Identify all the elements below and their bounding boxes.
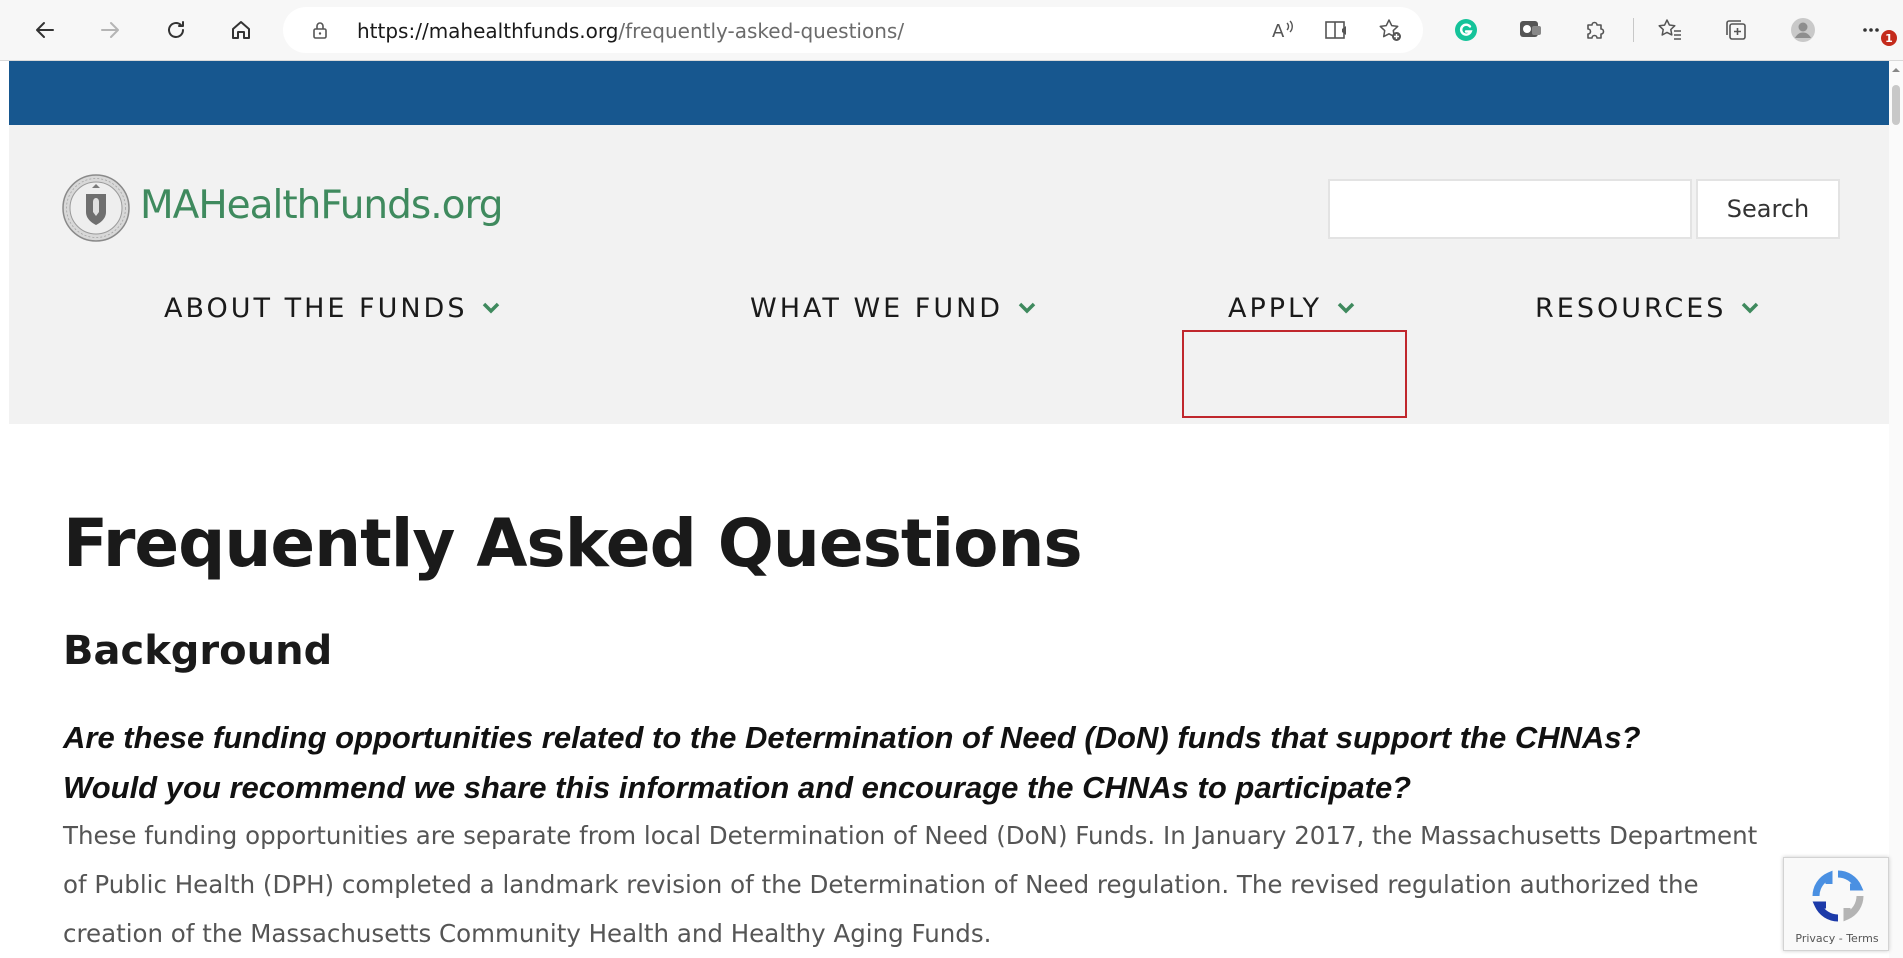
massachusetts-seal-icon[interactable]: [62, 174, 130, 242]
add-favorite-button[interactable]: [1372, 12, 1408, 48]
search-input[interactable]: [1328, 179, 1692, 239]
home-icon: [232, 21, 250, 39]
recaptcha-badge[interactable]: Privacy - Terms: [1783, 857, 1889, 951]
refresh-icon: [168, 21, 184, 38]
extension-app-icon: [1520, 21, 1541, 37]
nav-apply-label: APPLY: [1228, 292, 1322, 324]
collections-icon: [1726, 20, 1746, 40]
forward-arrow-icon: [101, 22, 119, 38]
page-scrollbar[interactable]: [1889, 61, 1903, 958]
site-logo-text[interactable]: MAHealthFunds.org: [140, 183, 504, 228]
nav-apply[interactable]: APPLY: [1228, 288, 1356, 328]
top-blue-strip: [9, 61, 1889, 125]
nav-what-we-fund-label: WHAT WE FUND: [750, 292, 1004, 324]
faq-question-line: Are these funding opportunities related …: [63, 720, 1641, 755]
site-header: MAHealthFunds.org Search ABOUT THE FUNDS…: [9, 125, 1889, 424]
address-bar[interactable]: https://mahealthfunds.org/frequently-ask…: [283, 7, 1423, 53]
extensions-button[interactable]: [1578, 12, 1614, 48]
back-arrow-icon: [36, 22, 54, 38]
scroll-up-arrow-icon[interactable]: [1891, 65, 1901, 75]
faq-answer: These funding opportunities are separate…: [63, 811, 1863, 958]
svg-text:A: A: [1272, 21, 1285, 42]
nav-what-we-fund[interactable]: WHAT WE FUND: [750, 288, 1037, 328]
profile-button[interactable]: [1785, 12, 1821, 48]
faq-question-line: Would you recommend we share this inform…: [63, 770, 1412, 805]
faq-answer-line: creation of the Massachusetts Community …: [63, 919, 992, 948]
collections-button[interactable]: [1718, 12, 1754, 48]
faq-answer-line: These funding opportunities are separate…: [63, 821, 1758, 850]
star-add-icon: [1379, 19, 1401, 41]
read-aloud-button[interactable]: A: [1264, 12, 1300, 48]
nav-resources-label: RESOURCES: [1535, 292, 1727, 324]
section-title-background: Background: [63, 628, 333, 674]
extension-button[interactable]: [1512, 12, 1548, 48]
nav-about-label: ABOUT THE FUNDS: [164, 292, 468, 324]
chevron-down-icon: [1018, 302, 1036, 314]
chevron-down-icon: [1742, 302, 1759, 314]
immersive-reader-icon: [1325, 21, 1346, 39]
back-button[interactable]: [27, 12, 63, 48]
read-aloud-icon: A: [1272, 20, 1293, 42]
recaptcha-icon: [1812, 870, 1864, 922]
faq-question: Are these funding opportunities related …: [63, 713, 1863, 813]
favorites-icon: [1658, 19, 1681, 40]
lock-icon[interactable]: [310, 20, 330, 40]
scroll-thumb[interactable]: [1892, 85, 1900, 125]
url-host: https://mahealthfunds.org: [357, 19, 619, 43]
chevron-down-icon: [1337, 302, 1355, 314]
home-button[interactable]: [223, 12, 259, 48]
grammarly-icon: [1455, 19, 1477, 41]
notification-badge: 1: [1881, 30, 1897, 46]
browser-toolbar: https://mahealthfunds.org/frequently-ask…: [0, 0, 1903, 61]
recaptcha-privacy-terms[interactable]: Privacy - Terms: [1784, 932, 1890, 945]
nav-about-the-funds[interactable]: ABOUT THE FUNDS: [164, 288, 501, 328]
avatar-icon: [1791, 18, 1815, 42]
url-path: /frequently-asked-questions/: [618, 19, 905, 43]
nav-resources[interactable]: RESOURCES: [1535, 288, 1760, 328]
apply-highlight-box: [1182, 330, 1407, 418]
favorites-button[interactable]: [1652, 12, 1688, 48]
puzzle-icon: [1587, 21, 1605, 39]
url-text[interactable]: https://mahealthfunds.org/frequently-ask…: [357, 19, 904, 43]
faq-answer-line: of Public Health (DPH) completed a landm…: [63, 870, 1699, 899]
page-title: Frequently Asked Questions: [63, 505, 1083, 582]
toolbar-divider: [1633, 18, 1634, 42]
chevron-down-icon: [483, 302, 500, 314]
grammarly-extension-button[interactable]: [1448, 12, 1484, 48]
refresh-button[interactable]: [158, 12, 194, 48]
forward-button[interactable]: [92, 12, 128, 48]
search-button[interactable]: Search: [1696, 179, 1840, 239]
immersive-reader-button[interactable]: [1318, 12, 1354, 48]
